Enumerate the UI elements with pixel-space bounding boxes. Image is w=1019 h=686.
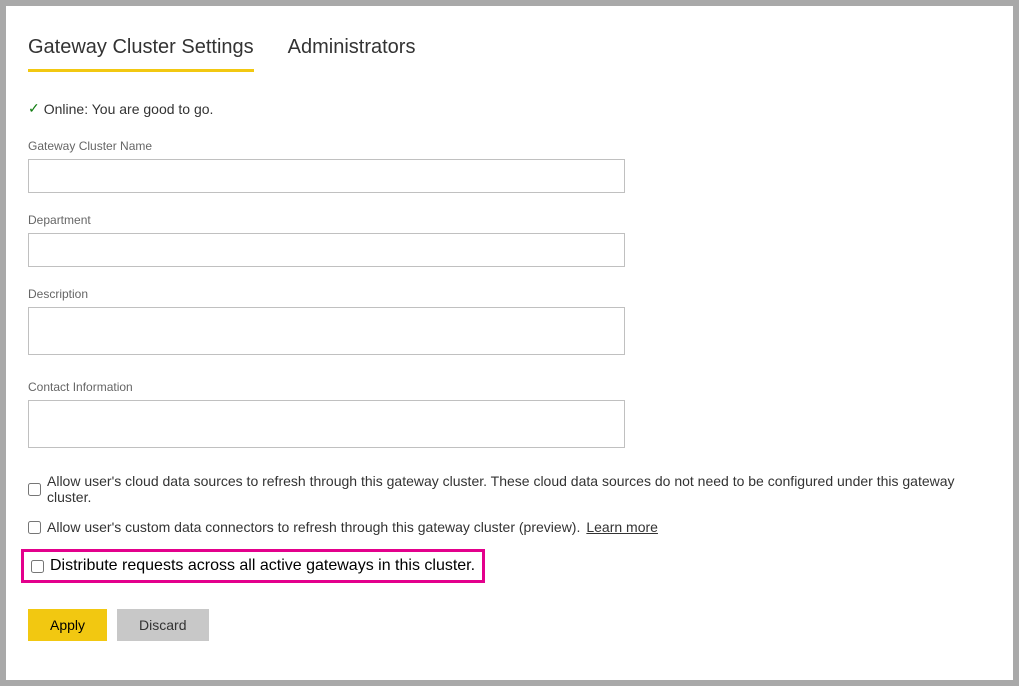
field-description: Description (28, 287, 991, 360)
checkbox-label-distribute-requests: Distribute requests across all active ga… (50, 557, 475, 575)
input-description[interactable] (28, 307, 625, 355)
input-contact-info[interactable] (28, 400, 625, 448)
label-contact-info: Contact Information (28, 380, 991, 394)
status-text: Online: You are good to go. (44, 101, 214, 117)
checkboxes-section: Allow user's cloud data sources to refre… (28, 473, 991, 603)
link-learn-more[interactable]: Learn more (586, 519, 658, 535)
checkbox-allow-cloud-sources[interactable] (28, 483, 41, 496)
tab-gateway-cluster-settings[interactable]: Gateway Cluster Settings (28, 36, 254, 72)
label-department: Department (28, 213, 991, 227)
highlight-distribute-requests: Distribute requests across all active ga… (21, 549, 485, 583)
checkbox-allow-custom-connectors[interactable] (28, 521, 41, 534)
apply-button[interactable]: Apply (28, 609, 107, 641)
settings-panel: Gateway Cluster Settings Administrators … (6, 6, 1013, 680)
field-department: Department (28, 213, 991, 267)
field-cluster-name: Gateway Cluster Name (28, 139, 991, 193)
check-icon: ✓ (28, 100, 40, 117)
tab-administrators[interactable]: Administrators (288, 36, 416, 72)
checkbox-label-cloud-sources: Allow user's cloud data sources to refre… (47, 473, 991, 505)
checkbox-row-custom-connectors: Allow user's custom data connectors to r… (28, 519, 991, 535)
field-contact-info: Contact Information (28, 380, 991, 453)
checkbox-distribute-requests[interactable] (31, 560, 44, 573)
discard-button[interactable]: Discard (117, 609, 208, 641)
tab-bar: Gateway Cluster Settings Administrators (28, 36, 991, 72)
status-row: ✓ Online: You are good to go. (28, 100, 991, 117)
label-cluster-name: Gateway Cluster Name (28, 139, 991, 153)
label-description: Description (28, 287, 991, 301)
button-row: Apply Discard (28, 609, 991, 641)
checkbox-label-custom-connectors: Allow user's custom data connectors to r… (47, 519, 580, 535)
checkbox-row-cloud-sources: Allow user's cloud data sources to refre… (28, 473, 991, 505)
input-cluster-name[interactable] (28, 159, 625, 193)
input-department[interactable] (28, 233, 625, 267)
